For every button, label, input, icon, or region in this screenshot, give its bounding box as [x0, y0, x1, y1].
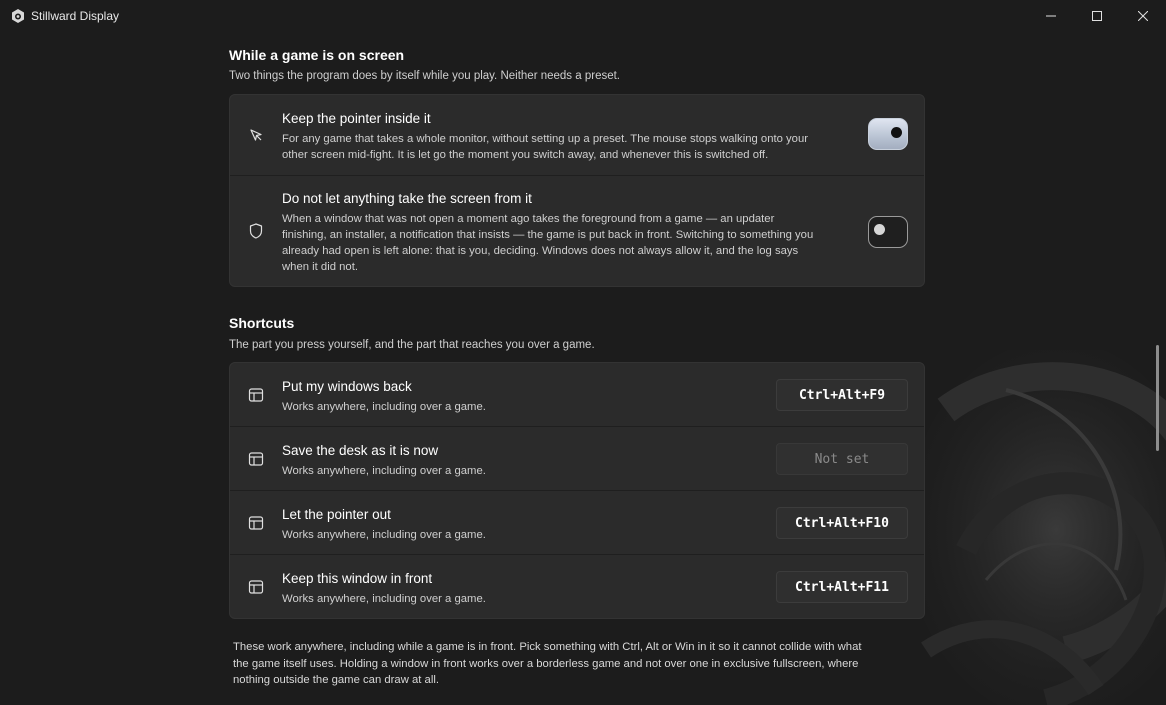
minimize-icon: [1046, 15, 1056, 17]
game-section-subtitle: Two things the program does by itself wh…: [229, 70, 620, 82]
app-window: Stillward Display While a game is on scr…: [0, 0, 1166, 705]
protect-screen-toggle[interactable]: [868, 216, 908, 248]
shortcuts-section-subtitle: The part you press yourself, and the par…: [229, 339, 595, 351]
app-logo-icon: [12, 9, 24, 23]
close-button[interactable]: [1120, 0, 1166, 32]
window-title: Stillward Display: [31, 9, 120, 23]
toggle-knob: [874, 224, 885, 235]
shortcuts-footer-note: These work anywhere, including while a g…: [233, 641, 862, 686]
pointer-icon: [247, 126, 265, 144]
setting-row-keep-pointer: Keep the pointer inside it For any game …: [230, 95, 924, 176]
shortcut-description: Works anywhere, including over a game.: [282, 401, 486, 413]
shortcuts-section-title: Shortcuts: [229, 315, 295, 331]
shortcut-title: Put my windows back: [282, 379, 412, 394]
setting-row-protect-screen: Do not let anything take the screen from…: [230, 176, 924, 286]
shortcut-key-button[interactable]: Not set: [776, 443, 908, 475]
shield-icon: [247, 222, 265, 240]
layout-icon: [247, 578, 265, 596]
game-section-title: While a game is on screen: [229, 47, 405, 63]
shortcut-key-button[interactable]: Ctrl+Alt+F11: [776, 571, 908, 603]
game-settings-card: Keep the pointer inside it For any game …: [229, 94, 925, 287]
setting-title: Keep the pointer inside it: [282, 111, 431, 126]
shortcut-description: Works anywhere, including over a game.: [282, 593, 486, 605]
shortcut-title: Let the pointer out: [282, 507, 391, 522]
shortcut-description: Works anywhere, including over a game.: [282, 465, 486, 477]
maximize-button[interactable]: [1074, 0, 1120, 32]
background-art: [906, 350, 1166, 705]
shortcut-key-button[interactable]: Ctrl+Alt+F10: [776, 507, 908, 539]
close-icon: [1138, 11, 1148, 21]
shortcut-row: Save the desk as it is now Works anywher…: [230, 427, 924, 491]
layout-icon: [247, 514, 265, 532]
shortcuts-card: Put my windows back Works anywhere, incl…: [229, 362, 925, 619]
shortcut-description: Works anywhere, including over a game.: [282, 529, 486, 541]
shortcut-row: Keep this window in front Works anywhere…: [230, 555, 924, 618]
toggle-knob: [891, 127, 902, 138]
setting-description: When a window that was not open a moment…: [282, 213, 814, 273]
minimize-button[interactable]: [1028, 0, 1074, 32]
maximize-icon: [1092, 11, 1102, 21]
shortcut-title: Keep this window in front: [282, 571, 433, 586]
setting-description: For any game that takes a whole monitor,…: [282, 133, 809, 161]
shortcut-key-button[interactable]: Ctrl+Alt+F9: [776, 379, 908, 411]
title-bar[interactable]: Stillward Display: [0, 0, 1166, 32]
setting-title: Do not let anything take the screen from…: [282, 191, 532, 206]
shortcut-title: Save the desk as it is now: [282, 443, 439, 458]
layout-icon: [247, 386, 265, 404]
shortcut-row: Put my windows back Works anywhere, incl…: [230, 363, 924, 427]
shortcut-row: Let the pointer out Works anywhere, incl…: [230, 491, 924, 555]
keep-pointer-toggle[interactable]: [868, 118, 908, 150]
layout-icon: [247, 450, 265, 468]
vertical-scrollbar[interactable]: [1156, 345, 1159, 451]
